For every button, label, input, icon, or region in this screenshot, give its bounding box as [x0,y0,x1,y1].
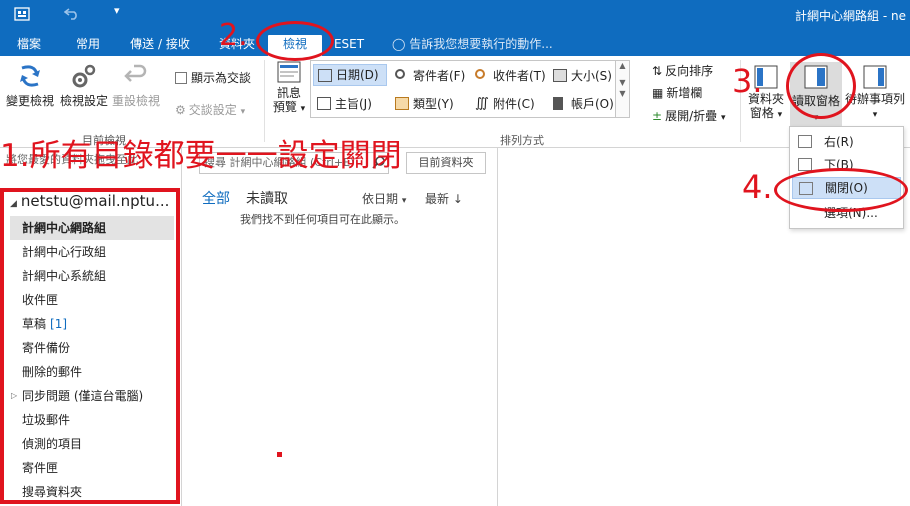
arrange-by-account[interactable]: 帳戶(O) [549,93,614,115]
tab-eset[interactable]: ESET [330,35,368,56]
filter-all[interactable]: 全部 [202,188,230,208]
arrange-to-label: 收件者(T) [493,69,546,83]
arrange-attachments-label: 附件(C) [493,97,535,111]
add-columns-label: 新增欄 [666,86,703,100]
gallery-more-icon[interactable]: ▼ [616,89,629,98]
annotation-step-1: 1.所有目錄都要一一設定關閉 [0,138,402,174]
message-preview-label-1: 訊息 [276,86,301,100]
outlook-window: ▾ 計網中心網路組 - ne 檔案 常用 傳送 / 接收 資料夾 檢視 ESET… [0,0,910,506]
chevron-down-icon: ▾ [401,196,407,206]
reset-view-button[interactable]: 重設檢視 [110,62,162,109]
message-preview-icon [277,61,301,83]
folder-pane-label-2: 窗格 [749,106,774,120]
conversation-settings-label: 交談設定 [188,103,237,117]
pane-right-icon [798,135,812,148]
sort-order-label: 最新 [425,192,450,206]
scroll-down-icon[interactable]: ▼ [616,78,629,87]
annotation-step-3: 3. [732,62,763,100]
message-preview-label-2: 預覽 [272,100,297,114]
show-as-conversations-label: 顯示為交談 [191,71,252,85]
group-arrangement-label: 排列方式 [500,134,544,147]
message-preview-button[interactable]: 訊息 預覽 ▾ [268,60,310,116]
paperclip-icon: ∭ [475,96,489,111]
expand-collapse-label: 展開/折疊 [665,109,718,123]
gear-icon [72,64,96,88]
todo-bar-icon [863,65,887,89]
person-icon [395,69,405,79]
lightbulb-icon: ◯ [392,37,406,51]
pane-bottom-icon [798,158,812,171]
view-tab-highlight-oval [256,21,334,61]
scroll-up-icon[interactable]: ▲ [616,61,629,70]
add-columns-icon: ▦ [652,86,664,100]
arrange-by-type[interactable]: 類型(Y) [391,93,454,115]
tab-file[interactable]: 檔案 [8,35,50,56]
undo-icon[interactable] [63,6,80,24]
pane-right-label: 右(R) [824,135,854,149]
tab-send-receive[interactable]: 傳送 / 接收 [122,35,198,56]
view-settings-button[interactable]: 檢視設定 [58,62,110,109]
view-settings-label: 檢視設定 [59,94,108,108]
checkbox-box [175,72,187,84]
annotation-step-2: 2. [219,18,248,53]
stray-red-mark [277,452,282,457]
expand-collapse-icon: ± [652,109,663,123]
arrange-date-label: 日期(D) [336,68,379,82]
message-list: 全部 未讀取 依日期 ▾ 最新 ↓ 我們找不到任何項目可在此顯示。 [182,148,497,506]
sort-order-toggle[interactable]: 最新 ↓ [425,190,463,207]
annotation-step-4: 4. [742,168,773,206]
change-view-icon [20,65,40,87]
customize-quick-access-icon[interactable]: ▾ [114,4,120,17]
arrange-account-label: 帳戶(O) [571,97,614,111]
arrange-size-label: 大小(S) [571,69,612,83]
subject-icon [317,97,331,110]
reading-pane-right[interactable]: 右(R) [792,131,901,153]
conversation-settings-button[interactable]: ⚙ 交談設定 ▾ [175,101,245,118]
calendar-icon [318,69,332,82]
window-title: 計網中心網路組 - ne [795,9,906,23]
tell-me-box[interactable]: ◯ 告訴我您想要執行的動作... [392,35,553,52]
people-icon [475,69,485,79]
reset-view-label: 重設檢視 [111,94,160,108]
add-columns-button[interactable]: ▦ 新增欄 [652,84,702,101]
size-icon [553,69,567,82]
reverse-sort-icon: ⇅ [652,64,663,78]
arrange-by-subject[interactable]: 主旨(J) [313,93,372,115]
tab-home[interactable]: 常用 [66,35,110,56]
arrange-by-attachments[interactable]: ∭ 附件(C) [471,93,535,115]
arrangement-gallery: 日期(D) 寄件者(F) 收件者(T) 大小(S) 主旨(J) 類型(Y) ∭ 附… [310,60,630,118]
off-option-highlight-oval [774,168,908,212]
arrange-by-from[interactable]: 寄件者(F) [391,65,465,87]
arrange-by-size[interactable]: 大小(S) [549,65,612,87]
conversation-settings-icon: ⚙ [175,103,186,117]
empty-message: 我們找不到任何項目可在此顯示。 [240,213,405,226]
change-view-button[interactable]: 變更檢視 [4,62,56,109]
filter-unread[interactable]: 未讀取 [246,188,288,208]
account-icon [553,97,563,110]
outlook-app-icon[interactable] [14,6,30,26]
arrange-from-label: 寄件者(F) [413,69,466,83]
todo-bar-dropdown-icon: ▾ [872,110,878,120]
reverse-sort-button[interactable]: ⇅ 反向排序 [652,62,713,79]
arrow-down-icon: ↓ [452,192,463,206]
reading-pane-highlight-oval [786,53,856,119]
type-icon [395,97,409,110]
gallery-scrollbar[interactable]: ▲ ▼ ▼ [615,61,629,117]
show-as-conversations-checkbox[interactable]: 顯示為交談 [175,69,251,86]
tell-me-text: 告訴我您想要執行的動作... [409,37,553,51]
title-bar: ▾ 計網中心網路組 - ne [0,0,910,32]
sort-by-label: 依日期 [362,192,399,206]
reset-view-icon [124,64,147,82]
reverse-sort-label: 反向排序 [665,64,714,78]
expand-collapse-button[interactable]: ± 展開/折疊 ▾ [652,107,725,124]
folder-highlight-box [0,188,180,504]
arrange-by-to[interactable]: 收件者(T) [471,65,546,87]
arrange-subject-label: 主旨(J) [335,97,372,111]
arrange-by-date[interactable]: 日期(D) [313,64,387,86]
sort-by-dropdown[interactable]: 依日期 ▾ [362,190,406,207]
pane-divider[interactable] [497,148,498,506]
change-view-label: 變更檢視 [5,94,54,108]
arrange-type-label: 類型(Y) [413,97,454,111]
